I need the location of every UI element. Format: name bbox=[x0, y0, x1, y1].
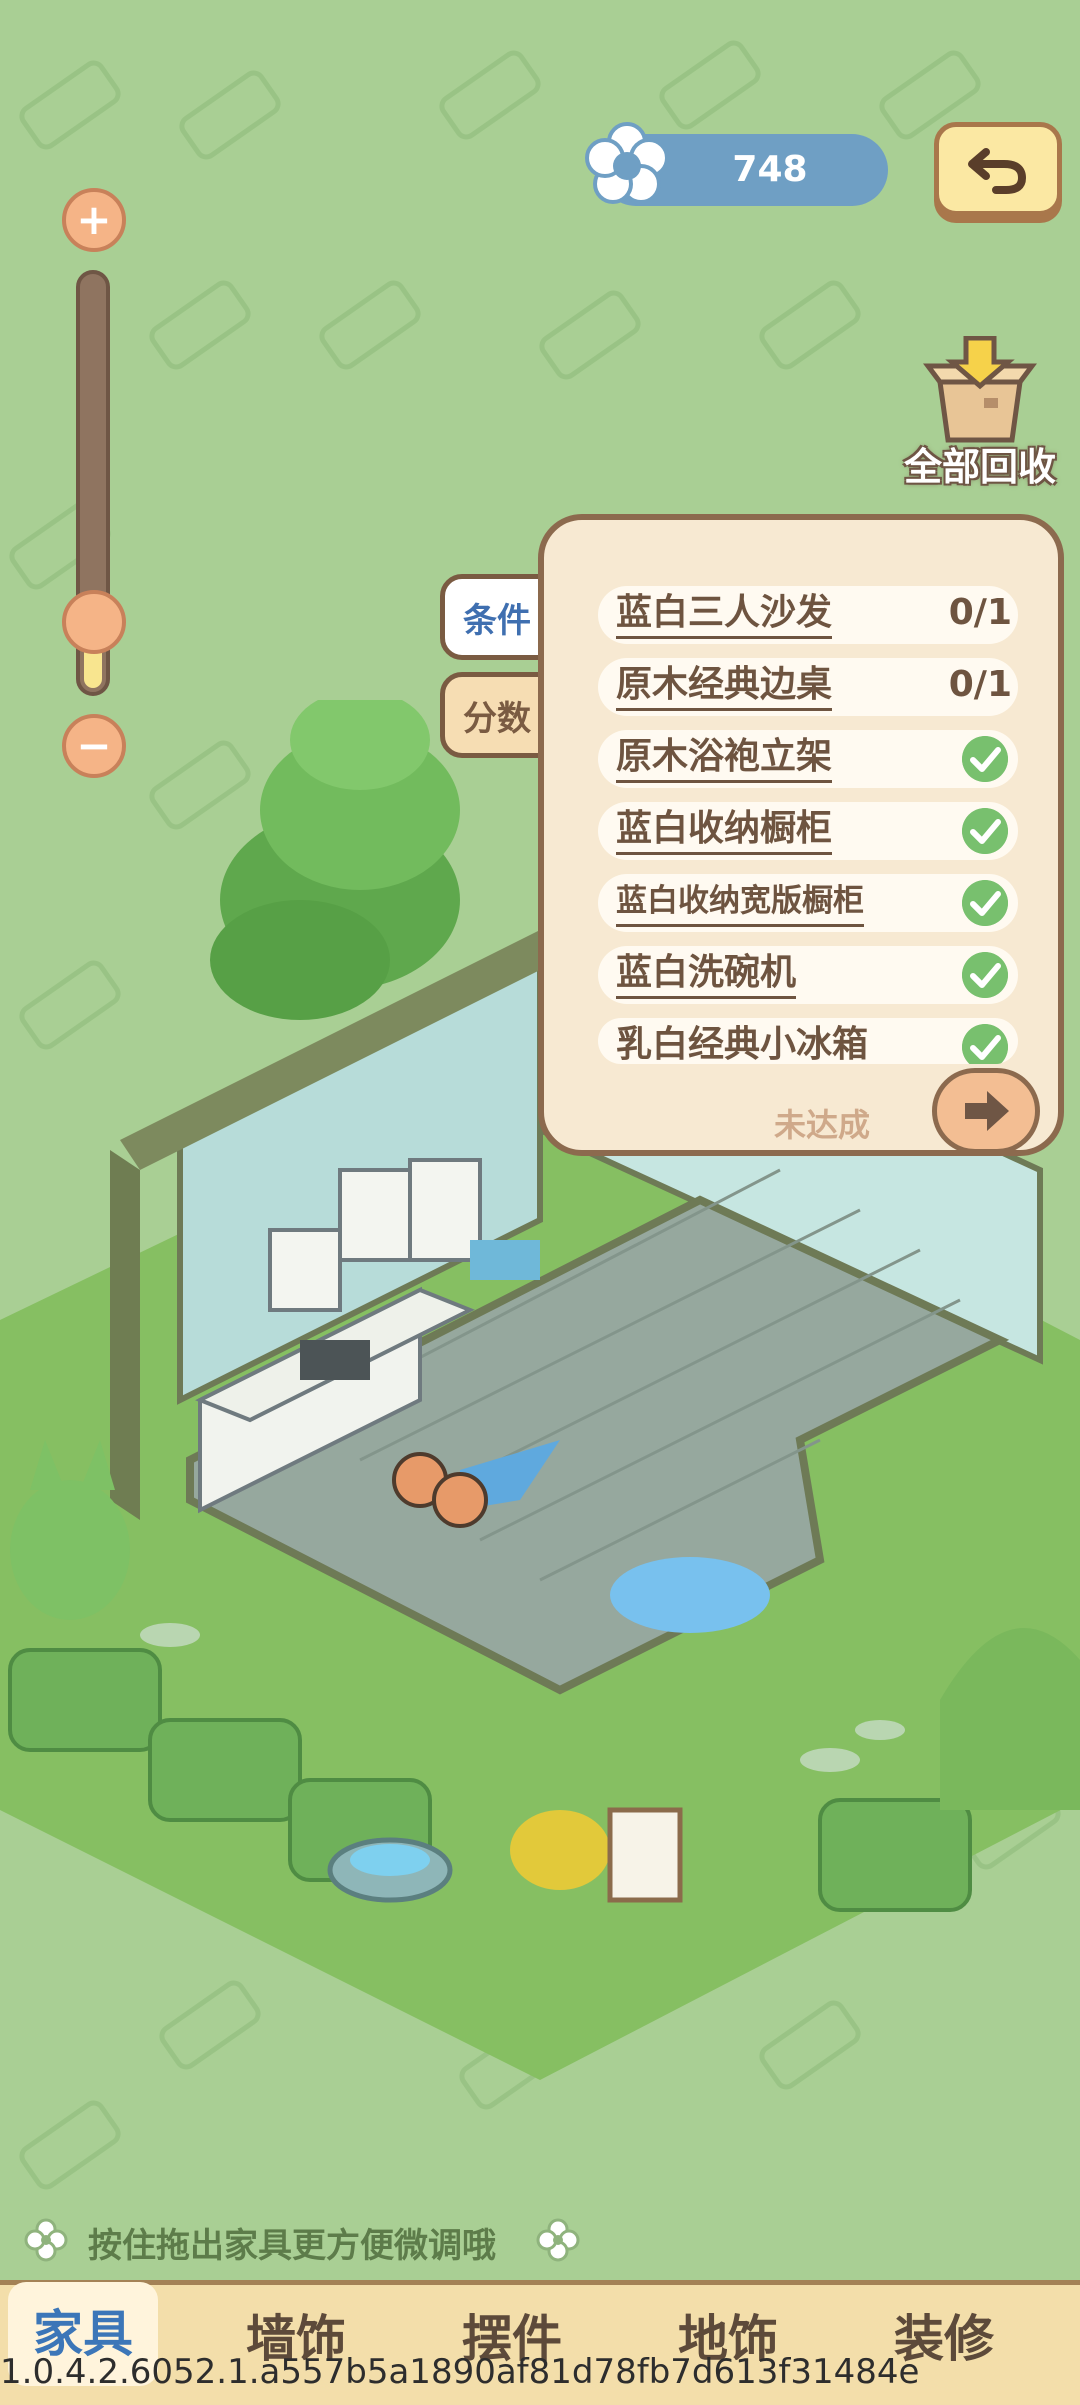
zoom-slider-thumb[interactable] bbox=[62, 590, 126, 654]
condition-row: 原木浴袍立架 bbox=[598, 730, 1018, 788]
check-icon bbox=[962, 880, 1008, 926]
condition-row: 蓝白收纳宽版橱柜 bbox=[598, 874, 1018, 932]
minus-icon: − bbox=[76, 721, 112, 770]
condition-label: 乳白经典小冰箱 bbox=[616, 1022, 868, 1064]
hint-bar-end bbox=[536, 2218, 580, 2266]
conditions-panel: 蓝白三人沙发 0/1 原木经典边桌 0/1 原木浴袍立架 蓝白收纳橱柜 蓝白收纳… bbox=[538, 514, 1064, 1156]
flower-icon bbox=[585, 122, 669, 204]
clover-icon bbox=[24, 2218, 68, 2262]
check-icon bbox=[962, 808, 1008, 854]
condition-label: 蓝白收纳橱柜 bbox=[616, 806, 833, 855]
recycle-all-button[interactable]: 全部回收 bbox=[880, 336, 1080, 496]
undo-arrow-icon bbox=[968, 148, 1027, 194]
condition-status: 未达成 bbox=[774, 1106, 871, 1144]
back-button[interactable] bbox=[934, 122, 1062, 216]
currency-value: 748 bbox=[732, 149, 808, 190]
condition-label: 蓝白三人沙发 bbox=[616, 590, 833, 639]
hint-bar bbox=[24, 2218, 68, 2266]
condition-row: 原木经典边桌 0/1 bbox=[598, 658, 1018, 716]
next-button[interactable] bbox=[932, 1068, 1040, 1154]
arrow-right-icon bbox=[965, 1091, 1009, 1131]
sofa-blob bbox=[610, 1557, 770, 1633]
tab-score-label: 分数 bbox=[463, 698, 531, 739]
zoom-in-button[interactable]: + bbox=[62, 188, 126, 252]
build-version: 1.0.4.2.6052.1.a557b5a1890af81d78fb7d613… bbox=[0, 2352, 920, 2392]
check-icon bbox=[962, 952, 1008, 998]
condition-label: 原木经典边桌 bbox=[616, 662, 833, 711]
recycle-all-label: 全部回收 bbox=[903, 445, 1056, 489]
plus-icon: + bbox=[76, 195, 112, 244]
condition-row: 蓝白洗碗机 bbox=[598, 946, 1018, 1004]
condition-row: 乳白经典小冰箱 bbox=[598, 1018, 1018, 1064]
hint-text: 按住拖出家具更方便微调哦 bbox=[88, 2226, 496, 2266]
condition-label: 蓝白洗碗机 bbox=[616, 950, 797, 999]
tree bbox=[210, 700, 460, 1020]
tab-conditions-label: 条件 bbox=[463, 600, 531, 641]
check-icon bbox=[962, 736, 1008, 782]
condition-count: 0/1 bbox=[948, 592, 1012, 633]
condition-count: 0/1 bbox=[948, 664, 1012, 705]
condition-label: 原木浴袍立架 bbox=[616, 734, 833, 783]
condition-label: 蓝白收纳宽版橱柜 bbox=[616, 878, 864, 927]
condition-row: 蓝白收纳橱柜 bbox=[598, 802, 1018, 860]
condition-row: 蓝白三人沙发 0/1 bbox=[598, 586, 1018, 644]
zoom-out-button[interactable]: − bbox=[62, 714, 126, 778]
clover-icon bbox=[536, 2218, 580, 2262]
box-recycle-icon bbox=[923, 336, 1037, 443]
check-icon bbox=[962, 1024, 1008, 1064]
